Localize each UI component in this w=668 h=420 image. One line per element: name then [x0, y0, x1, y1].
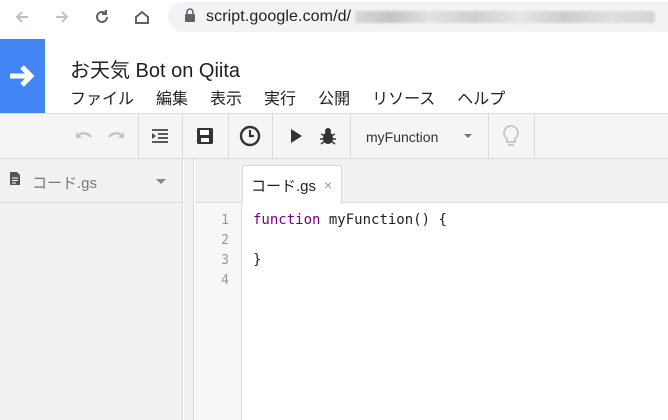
run-icon[interactable] — [284, 124, 308, 148]
debug-bug-icon[interactable] — [316, 124, 340, 148]
menu-publish[interactable]: 公開 — [318, 85, 350, 109]
file-item[interactable]: コード.gs — [0, 159, 182, 203]
redo-icon[interactable] — [104, 124, 128, 148]
editor-tab-strip: コード.gs × — [195, 159, 668, 204]
code-text: } — [253, 252, 262, 268]
toolbar-divider — [138, 114, 139, 159]
chevron-down-icon[interactable] — [156, 179, 166, 184]
indent-icon[interactable] — [148, 124, 172, 148]
editor-toolbar: myFunction — [0, 114, 668, 159]
function-select-label: myFunction — [366, 129, 439, 145]
file-panel: コード.gs — [0, 159, 183, 420]
line-number: 2 — [221, 233, 229, 248]
url-text: script.google.com/d/ — [206, 8, 352, 25]
address-bar[interactable]: script.google.com/d/ — [168, 2, 668, 32]
back-arrow-icon[interactable] — [12, 7, 32, 27]
menu-resources[interactable]: リソース — [372, 85, 435, 109]
app-header: お天気 Bot on Qiita ファイル 編集 表示 実行 公開 リソース ヘ… — [0, 36, 668, 114]
code-line[interactable]: function myFunction() { — [253, 212, 447, 228]
menu-bar: ファイル 編集 表示 実行 公開 リソース ヘルプ — [70, 85, 527, 109]
line-number: 3 — [221, 253, 229, 268]
menu-help[interactable]: ヘルプ — [457, 85, 505, 109]
line-number: 4 — [221, 273, 229, 288]
undo-icon[interactable] — [72, 124, 96, 148]
chevron-down-icon — [464, 134, 472, 138]
toolbar-divider — [182, 114, 183, 159]
file-name: コード.gs — [32, 175, 98, 192]
line-number: 1 — [221, 213, 229, 228]
code-keyword: function — [253, 212, 321, 228]
menu-edit[interactable]: 編集 — [156, 85, 188, 109]
apps-script-logo[interactable] — [0, 39, 45, 113]
toolbar-divider — [228, 114, 229, 159]
function-select[interactable]: myFunction — [366, 127, 478, 147]
browser-toolbar: script.google.com/d/ — [0, 0, 668, 36]
toolbar-divider — [488, 114, 489, 159]
document-icon — [9, 171, 21, 191]
toolbar-divider — [350, 114, 351, 159]
code-line[interactable]: } — [253, 252, 261, 268]
menu-run[interactable]: 実行 — [264, 85, 296, 109]
forward-arrow-icon[interactable] — [52, 7, 72, 27]
arrow-right-icon — [9, 65, 35, 87]
menu-view[interactable]: 表示 — [210, 85, 242, 109]
panel-splitter[interactable] — [184, 159, 194, 420]
triggers-clock-icon[interactable] — [238, 124, 262, 148]
reload-icon[interactable] — [92, 7, 112, 27]
tab-label: コード.gs — [251, 177, 317, 195]
lock-icon — [184, 7, 196, 27]
code-text: myFunction() { — [320, 212, 447, 228]
toolbar-divider — [272, 114, 273, 159]
project-title[interactable]: お天気 Bot on Qiita — [70, 54, 240, 83]
code-editor[interactable]: 1 2 3 4 function myFunction() { } — [195, 203, 668, 420]
menu-file[interactable]: ファイル — [70, 85, 134, 109]
close-icon[interactable]: × — [324, 177, 332, 193]
home-icon[interactable] — [132, 7, 152, 27]
save-icon[interactable] — [193, 124, 217, 148]
line-number-gutter: 1 2 3 4 — [195, 203, 242, 420]
lightbulb-icon[interactable] — [499, 124, 523, 148]
url-redacted — [355, 11, 656, 23]
toolbar-divider — [534, 114, 535, 159]
tab-code-gs[interactable]: コード.gs × — [242, 165, 342, 204]
